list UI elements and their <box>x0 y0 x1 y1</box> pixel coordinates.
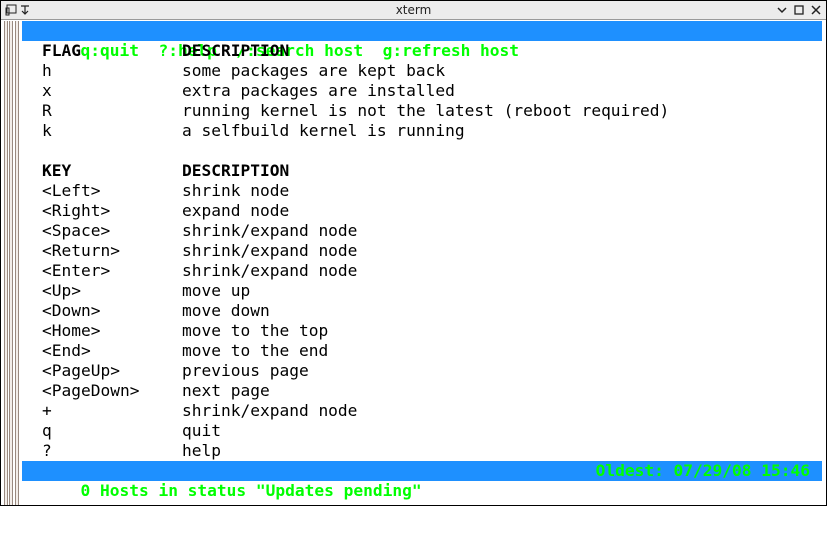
maximize-icon[interactable] <box>791 2 807 18</box>
scrollbar[interactable] <box>2 21 19 505</box>
key-column-header: KEY <box>42 161 72 180</box>
key-description-header: DESCRIPTION <box>182 161 290 180</box>
key-description: help <box>182 441 221 460</box>
key-name: <PageDown> <box>42 381 140 400</box>
status-bar: 0 Hosts in status "Updates pending" Olde… <box>22 461 822 500</box>
key-description: previous page <box>182 361 309 380</box>
key-description: move up <box>182 281 251 300</box>
flag-key: k <box>42 121 52 140</box>
key-name: <End> <box>42 341 91 360</box>
status-text: 0 Hosts in status "Updates pending" <box>80 481 422 500</box>
key-name: <Return> <box>42 241 120 260</box>
key-name: <Space> <box>42 221 111 240</box>
key-hints: q:quit ?:help /:search host g:refresh ho… <box>80 41 520 60</box>
key-description: shrink/expand node <box>182 221 358 240</box>
key-description: shrink/expand node <box>182 401 358 420</box>
key-hint-bar: q:quit ?:help /:search host g:refresh ho… <box>22 21 822 60</box>
key-description: shrink node <box>182 181 290 200</box>
key-description: shrink/expand node <box>182 261 358 280</box>
oldest-timestamp: Oldest: 07/29/08 15:46 <box>595 461 810 480</box>
key-name: <Enter> <box>42 261 111 280</box>
flag-key: x <box>42 81 52 100</box>
key-name: <Up> <box>42 281 81 300</box>
flag-description: running kernel is not the latest (reboot… <box>182 101 670 120</box>
key-name: <Home> <box>42 321 101 340</box>
key-name: <Right> <box>42 201 111 220</box>
minimize-icon[interactable] <box>774 2 790 18</box>
window-title: xterm <box>395 3 432 17</box>
title-bar[interactable]: xterm <box>1 1 826 20</box>
key-name: <Left> <box>42 181 101 200</box>
key-description: expand node <box>182 201 290 220</box>
key-name: <PageUp> <box>42 361 120 380</box>
flag-column-header: FLAG <box>42 41 81 60</box>
flag-description-header: DESCRIPTION <box>182 41 290 60</box>
key-name: + <box>42 401 52 420</box>
key-description: quit <box>182 421 221 440</box>
xterm-window: xterm q:quit ?:help /:search host g:refr… <box>0 0 827 506</box>
flag-key: h <box>42 61 52 80</box>
key-description: next page <box>182 381 270 400</box>
flag-description: some packages are kept back <box>182 61 446 80</box>
flag-description: a selfbuild kernel is running <box>182 121 465 140</box>
key-name: ? <box>42 441 52 460</box>
key-description: shrink/expand node <box>182 241 358 260</box>
key-description: move to the top <box>182 321 329 340</box>
flag-description: extra packages are installed <box>182 81 455 100</box>
key-description: move to the end <box>182 341 329 360</box>
key-name: <Down> <box>42 301 101 320</box>
key-description: move down <box>182 301 270 320</box>
terminal-area[interactable]: q:quit ?:help /:search host g:refresh ho… <box>22 21 822 500</box>
key-name: q <box>42 421 52 440</box>
close-icon[interactable] <box>808 2 824 18</box>
flag-key: R <box>42 101 52 120</box>
